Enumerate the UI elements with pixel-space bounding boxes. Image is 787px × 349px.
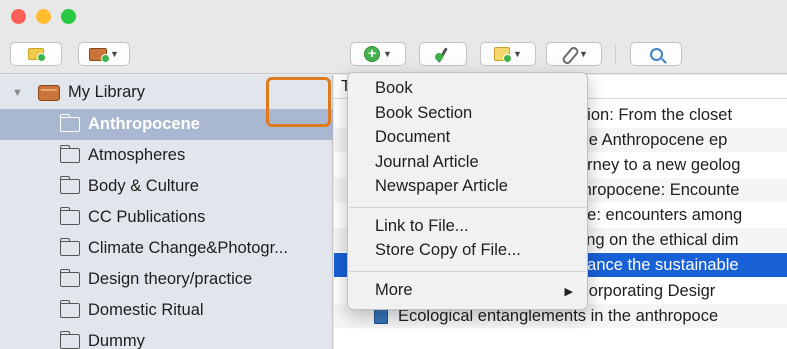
sidebar-item-design-theory[interactable]: Design theory/practice bbox=[0, 264, 333, 295]
folder-icon bbox=[59, 269, 80, 287]
folder-icon bbox=[59, 176, 80, 194]
sidebar-item-label: Climate Change&Photogr... bbox=[88, 239, 288, 257]
folder-icon bbox=[59, 300, 80, 318]
menu-item-book-section[interactable]: Book Section bbox=[375, 104, 472, 123]
sidebar-item-label: CC Publications bbox=[88, 208, 206, 226]
sidebar-item-body-culture[interactable]: Body & Culture bbox=[0, 171, 333, 202]
sidebar-item-atmospheres[interactable]: Atmospheres bbox=[0, 140, 333, 171]
sidebar-item-label: My Library bbox=[68, 83, 146, 101]
sidebar-item-climate-change[interactable]: Climate Change&Photogr... bbox=[0, 233, 333, 264]
item-title: ne: encounters among bbox=[578, 206, 743, 224]
sidebar-item-label: Dummy bbox=[88, 332, 145, 349]
advanced-search-button[interactable] bbox=[630, 42, 682, 66]
new-note-button[interactable]: ▼ bbox=[480, 42, 536, 66]
chevron-down-icon: ▼ bbox=[110, 48, 119, 59]
toolbar: ▼ + ▼ ▼ ▼ bbox=[0, 30, 787, 74]
menu-item-newspaper-article[interactable]: Newspaper Article bbox=[375, 177, 508, 196]
title-bar bbox=[0, 0, 787, 30]
menu-separator bbox=[349, 207, 587, 208]
item-title: hance the sustainable bbox=[578, 256, 739, 274]
zoom-window-button[interactable] bbox=[61, 9, 76, 24]
menu-item-document[interactable]: Document bbox=[375, 128, 450, 147]
menu-item-store-copy-of-file[interactable]: Store Copy of File... bbox=[375, 241, 521, 260]
menu-item-journal-article[interactable]: Journal Article bbox=[375, 153, 479, 172]
chevron-down-icon: ▼ bbox=[513, 48, 522, 59]
new-library-button[interactable]: ▼ bbox=[78, 42, 130, 66]
item-title: ting on the ethical dim bbox=[578, 231, 739, 249]
add-attachment-button[interactable]: ▼ bbox=[546, 42, 602, 66]
paperclip-icon bbox=[560, 46, 576, 62]
chevron-down-icon: ▼ bbox=[383, 48, 392, 59]
folder-add-icon bbox=[28, 48, 46, 62]
menu-item-book[interactable]: Book bbox=[375, 79, 413, 98]
toolbar-divider bbox=[615, 44, 616, 64]
folder-icon bbox=[59, 238, 80, 256]
library-icon bbox=[38, 84, 60, 101]
menu-separator bbox=[349, 271, 587, 272]
folder-icon bbox=[59, 331, 80, 349]
library-add-icon bbox=[89, 47, 111, 63]
note-add-icon bbox=[494, 47, 513, 63]
sidebar-item-label: Anthropocene bbox=[88, 115, 200, 133]
sidebar-item-domestic-ritual[interactable]: Domestic Ritual bbox=[0, 295, 333, 326]
item-title: hion: From the closet bbox=[578, 106, 733, 124]
folder-icon bbox=[59, 145, 80, 163]
sidebar-item-cc-publications[interactable]: CC Publications bbox=[0, 202, 333, 233]
close-window-button[interactable] bbox=[11, 9, 26, 24]
item-title: the Anthropocene ep bbox=[575, 131, 728, 149]
sidebar-item-dummy[interactable]: Dummy bbox=[0, 326, 333, 349]
folder-icon bbox=[59, 207, 80, 225]
magic-wand-icon bbox=[434, 45, 452, 63]
new-item-menu: Book Book Section Document Journal Artic… bbox=[347, 72, 588, 310]
minimize-window-button[interactable] bbox=[36, 9, 51, 24]
disclosure-triangle-icon[interactable]: ▼ bbox=[12, 87, 23, 99]
menu-item-link-to-file[interactable]: Link to File... bbox=[375, 217, 469, 236]
highlight-annotation bbox=[266, 77, 331, 127]
item-title: thropocene: Encounte bbox=[578, 181, 740, 199]
sidebar-item-label: Body & Culture bbox=[88, 177, 199, 195]
journal-article-icon bbox=[374, 308, 388, 324]
sidebar-item-label: Atmospheres bbox=[88, 146, 186, 164]
sidebar-item-label: Design theory/practice bbox=[88, 270, 253, 288]
new-collection-button[interactable] bbox=[10, 42, 62, 66]
menu-item-more-label: More bbox=[375, 281, 413, 299]
plus-circle-icon: + bbox=[364, 46, 381, 62]
chevron-down-icon: ▼ bbox=[579, 48, 588, 59]
submenu-arrow-icon: ▶ bbox=[564, 286, 573, 298]
sidebar-item-label: Domestic Ritual bbox=[88, 301, 204, 319]
add-by-identifier-button[interactable] bbox=[419, 42, 467, 66]
menu-item-more[interactable]: More bbox=[375, 281, 575, 300]
folder-icon bbox=[59, 114, 80, 132]
new-item-button[interactable]: + ▼ bbox=[350, 42, 406, 66]
search-icon bbox=[649, 47, 663, 61]
item-title: urney to a new geolog bbox=[578, 156, 741, 174]
